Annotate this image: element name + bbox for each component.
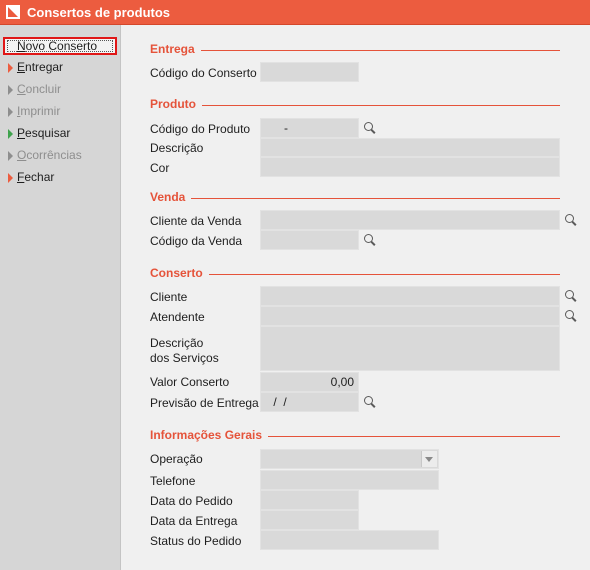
codigo-conserto-label: Código do Conserto — [150, 66, 257, 80]
section-divider — [150, 198, 560, 199]
app-logo-icon — [6, 5, 20, 19]
section-informacoes-gerais: Informações Gerais — [150, 428, 560, 444]
section-venda: Venda — [150, 190, 560, 206]
sidebar-item-label: Novo Conserto — [17, 39, 98, 53]
section-entrega: Entrega — [150, 42, 560, 58]
triangle-bullet-icon — [8, 85, 13, 95]
chevron-down-icon[interactable] — [421, 451, 437, 467]
sidebar-item-label: Concluir — [17, 82, 62, 96]
data-pedido-field[interactable] — [260, 490, 359, 510]
descricao-servicos-label-line2: dos Serviços — [150, 351, 219, 365]
magnifier-icon[interactable] — [564, 289, 578, 303]
section-title: Venda — [150, 190, 192, 204]
sidebar-item-fechar[interactable]: Fechar — [0, 168, 121, 188]
codigo-venda-label: Código da Venda — [150, 234, 243, 248]
previsao-entrega-field[interactable]: / / — [260, 392, 359, 412]
codigo-venda-field[interactable] — [260, 230, 359, 250]
operacao-dropdown[interactable] — [260, 449, 439, 469]
operacao-label: Operação — [150, 452, 203, 466]
magnifier-icon[interactable] — [564, 309, 578, 323]
descricao-servicos-field[interactable] — [260, 326, 560, 371]
section-title: Entrega — [150, 42, 201, 56]
triangle-bullet-icon — [8, 151, 13, 161]
section-title: Informações Gerais — [150, 428, 269, 442]
section-title: Produto — [150, 97, 202, 111]
window-title: Consertos de produtos — [27, 5, 171, 20]
field-value: - — [284, 121, 288, 135]
triangle-bullet-icon — [8, 63, 13, 73]
sidebar-item-ocorrencias[interactable]: Ocorrências — [0, 146, 121, 166]
triangle-bullet-icon — [8, 173, 13, 183]
sidebar-item-novo-conserto[interactable]: Novo Conserto — [3, 37, 117, 55]
data-entrega-field[interactable] — [260, 510, 359, 530]
triangle-bullet-icon — [8, 129, 13, 139]
codigo-produto-field[interactable]: - — [260, 118, 359, 138]
codigo-conserto-field[interactable] — [260, 62, 359, 82]
sidebar-item-concluir[interactable]: Concluir — [0, 80, 121, 100]
previsao-entrega-label: Previsão de Entrega — [150, 396, 259, 410]
section-divider — [150, 274, 560, 275]
sidebar-item-label: Imprimir — [17, 104, 61, 118]
sidebar-item-imprimir[interactable]: Imprimir — [0, 102, 121, 122]
cliente-field[interactable] — [260, 286, 560, 306]
sidebar-item-entregar[interactable]: Entregar — [0, 58, 121, 78]
sidebar-item-pesquisar[interactable]: Pesquisar — [0, 124, 121, 144]
descricao-produto-label: Descrição — [150, 141, 204, 155]
status-pedido-field[interactable] — [260, 530, 439, 550]
cliente-label: Cliente — [150, 290, 188, 304]
telefone-field[interactable] — [260, 470, 439, 490]
telefone-label: Telefone — [150, 474, 196, 488]
descricao-servicos-label-line1: Descrição — [150, 336, 204, 350]
sidebar-item-label: Ocorrências — [17, 148, 82, 162]
sidebar: Novo Conserto Entregar Concluir Imprimir… — [0, 25, 121, 570]
data-pedido-label: Data do Pedido — [150, 494, 233, 508]
cor-label: Cor — [150, 161, 170, 175]
magnifier-icon[interactable] — [363, 121, 377, 135]
section-conserto: Conserto — [150, 266, 560, 282]
magnifier-icon[interactable] — [564, 213, 578, 227]
valor-conserto-field[interactable]: 0,00 — [260, 372, 359, 392]
triangle-bullet-icon — [8, 42, 13, 52]
atendente-label: Atendente — [150, 310, 205, 324]
sidebar-item-label: Pesquisar — [17, 126, 71, 140]
cliente-venda-label: Cliente da Venda — [150, 214, 242, 228]
field-value: / / — [270, 395, 287, 409]
atendente-field[interactable] — [260, 306, 560, 326]
sidebar-item-label: Fechar — [17, 170, 55, 184]
triangle-bullet-icon — [8, 107, 13, 117]
field-value: 0,00 — [330, 375, 354, 389]
data-entrega-label: Data da Entrega — [150, 514, 238, 528]
valor-conserto-label: Valor Conserto — [150, 375, 230, 389]
section-divider — [150, 50, 560, 51]
section-produto: Produto — [150, 97, 560, 113]
cor-field[interactable] — [260, 157, 560, 177]
descricao-produto-field[interactable] — [260, 138, 560, 157]
sidebar-item-label: Entregar — [17, 60, 64, 74]
title-bar: Consertos de produtos — [0, 0, 590, 25]
section-title: Conserto — [150, 266, 209, 280]
magnifier-icon[interactable] — [363, 233, 377, 247]
magnifier-icon[interactable] — [363, 395, 377, 409]
status-pedido-label: Status do Pedido — [150, 534, 242, 548]
cliente-venda-field[interactable] — [260, 210, 560, 230]
section-divider — [150, 105, 560, 106]
codigo-produto-label: Código do Produto — [150, 122, 251, 136]
